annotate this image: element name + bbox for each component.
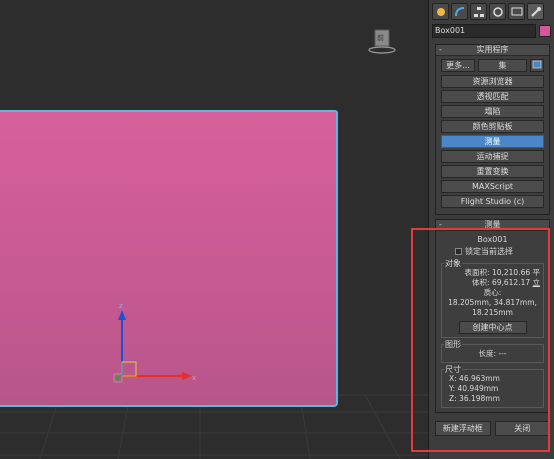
utility-asset-browser[interactable]: 资源浏览器 bbox=[441, 75, 544, 88]
measure-rollout-header[interactable]: - 测量 bbox=[436, 220, 549, 231]
close-button[interactable]: 关闭 bbox=[494, 421, 550, 436]
perspective-viewport[interactable]: 前 z x bbox=[0, 0, 428, 459]
utilities-rollout-header[interactable]: - 实用程序 bbox=[436, 45, 549, 56]
hierarchy-icon[interactable] bbox=[470, 3, 487, 20]
utility-reset-xform[interactable]: 重置变换 bbox=[441, 165, 544, 178]
create-center-point-button[interactable]: 创建中心点 bbox=[458, 321, 527, 334]
dimension-x: X: 46.963mm bbox=[449, 374, 500, 383]
utility-collapse[interactable]: 塌陷 bbox=[441, 105, 544, 118]
volume-value: 体积: 69,612.17 立 bbox=[472, 278, 540, 287]
dimension-z: Z: 36.198mm bbox=[449, 394, 500, 403]
sets-button[interactable]: 集 bbox=[478, 59, 527, 72]
utility-color-clipboard[interactable]: 颜色剪贴板 bbox=[441, 120, 544, 133]
length-value: 长度: --- bbox=[478, 349, 507, 358]
modify-icon[interactable] bbox=[451, 3, 468, 20]
utility-flight-studio[interactable]: Flight Studio (c) bbox=[441, 195, 544, 208]
utility-motion-capture[interactable]: 运动捕捉 bbox=[441, 150, 544, 163]
more-button[interactable]: 更多... bbox=[441, 59, 475, 72]
utility-measure[interactable]: 测量 bbox=[441, 135, 544, 148]
surface-area-value: 表面积: 10,210.66 平 bbox=[464, 268, 540, 277]
command-panel: Box001 - 实用程序 更多... 集 资源浏览器 透视匹配 塌陷 颜色剪贴… bbox=[428, 0, 554, 459]
utility-perspective-match[interactable]: 透视匹配 bbox=[441, 90, 544, 103]
center-of-mass-line2: 18.215mm bbox=[472, 308, 513, 317]
viewcube[interactable]: 前 bbox=[368, 28, 396, 54]
dimension-y: Y: 40.949mm bbox=[449, 384, 499, 393]
measured-object-name: Box001 bbox=[477, 235, 508, 244]
object-color-swatch[interactable] bbox=[539, 25, 551, 37]
measure-rollout: - 测量 Box001 锁定当前选择 对象 表面积: 10,210.66 平 体… bbox=[435, 219, 550, 413]
utilities-icon[interactable] bbox=[527, 3, 544, 20]
new-floater-button[interactable]: 新建浮动框 bbox=[435, 421, 491, 436]
shapes-group: 图形 长度: --- bbox=[441, 339, 544, 363]
dimensions-group: 尺寸 X: 46.963mm Y: 40.949mm Z: 36.198mm bbox=[441, 364, 544, 408]
create-icon[interactable] bbox=[432, 3, 449, 20]
lock-selection-checkbox[interactable] bbox=[455, 248, 462, 255]
motion-icon[interactable] bbox=[489, 3, 506, 20]
center-of-mass-line1: 18.205mm, 34.817mm, bbox=[448, 298, 537, 307]
lock-selection-label: 锁定当前选择 bbox=[465, 247, 513, 256]
utility-maxscript[interactable]: MAXScript bbox=[441, 180, 544, 193]
transform-gizmo[interactable]: z x bbox=[108, 300, 203, 395]
objects-group: 对象 表面积: 10,210.66 平 体积: 69,612.17 立 质心: … bbox=[441, 258, 544, 338]
center-of-mass-label: 质心: bbox=[483, 288, 502, 297]
utilities-rollout: - 实用程序 更多... 集 资源浏览器 透视匹配 塌陷 颜色剪贴板 测量 运动… bbox=[435, 44, 550, 215]
svg-text:x: x bbox=[192, 374, 196, 382]
command-panel-tabs bbox=[429, 0, 554, 22]
viewcube-front-label: 前 bbox=[377, 34, 384, 42]
svg-text:z: z bbox=[119, 302, 123, 310]
configure-button-sets-icon[interactable] bbox=[530, 59, 544, 72]
object-name-field[interactable]: Box001 bbox=[432, 24, 536, 38]
display-icon[interactable] bbox=[508, 3, 525, 20]
